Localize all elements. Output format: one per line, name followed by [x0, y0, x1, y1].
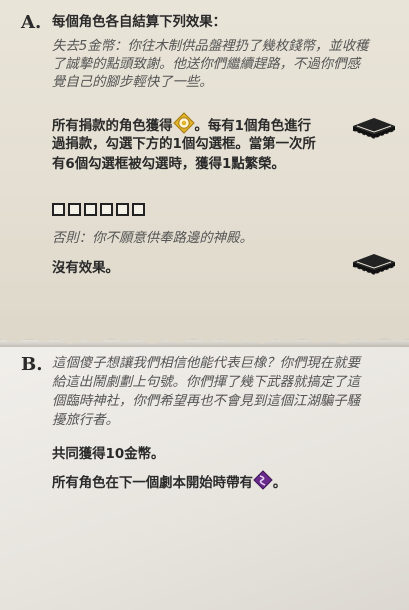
reward-text: 所有角色在下一個劇本開始時帶有 [52, 476, 253, 491]
checkbox[interactable] [100, 203, 113, 216]
no-effect-text: 沒有效果。 [52, 261, 119, 276]
reward-line: 共同獲得10金幣。 [52, 447, 165, 462]
option-a-panel: A. 每個角色各自結算下列效果： 失去5金幣：你往木制供品盤裡扔了幾枚錢幣，並收… [0, 0, 409, 340]
flavor-line: 了誠摯的點頭致謝。他送你們繼續趕路，不過你們感 [52, 57, 360, 72]
option-a-letter: A. [21, 12, 42, 33]
checkbox-track [52, 203, 145, 216]
flavor-line: 個臨時神社，你們希望再也不會見到這個江湖騙子騷 [52, 394, 360, 409]
checkbox[interactable] [68, 203, 81, 216]
otherwise-text: 否則：你不願意供奉路邊的神殿。 [52, 231, 253, 246]
flavor-line: 失去5金幣：你往木制供品盤裡扔了幾枚錢幣，並收穫 [52, 39, 369, 54]
rule-line: 過捐款，勾選下方的1個勾選框。當第一次所 [52, 137, 316, 152]
rule-text: 。每有1個角色進行 [194, 119, 311, 134]
card-stack-icon [350, 248, 398, 292]
reward-line: 所有角色在下一個劇本開始時帶有 。 [52, 470, 286, 496]
option-b-panel: B. 這個傻子想讓我們相信他能代表巨橡？你們現在就要 給這出鬧劇劃上句號。你們揮… [0, 340, 409, 610]
flavor-line: 覺自己的腳步輕快了一些。 [52, 75, 213, 90]
event-card: A. 每個角色各自結算下列效果： 失去5金幣：你往木制供品盤裡扔了幾枚錢幣，並收… [0, 0, 409, 610]
checkbox[interactable] [116, 203, 129, 216]
checkbox[interactable] [132, 203, 145, 216]
curse-card-icon [253, 470, 273, 496]
checkbox[interactable] [52, 203, 65, 216]
option-a-heading: 每個角色各自結算下列效果： [52, 15, 227, 30]
torn-paper-edge [0, 318, 409, 347]
checkbox[interactable] [84, 203, 97, 216]
rule-text: 所有捐款的角色獲得 [52, 119, 173, 134]
card-stack-icon [350, 112, 398, 156]
rule-line: 有6個勾選框被勾選時，獲得1點繁榮。 [52, 157, 285, 172]
flavor-line: 給這出鬧劇劃上句號。你們揮了幾下武器就搞定了這 [52, 375, 360, 390]
reward-text: 。 [272, 476, 287, 491]
flavor-line: 擾旅行者。 [52, 413, 119, 428]
